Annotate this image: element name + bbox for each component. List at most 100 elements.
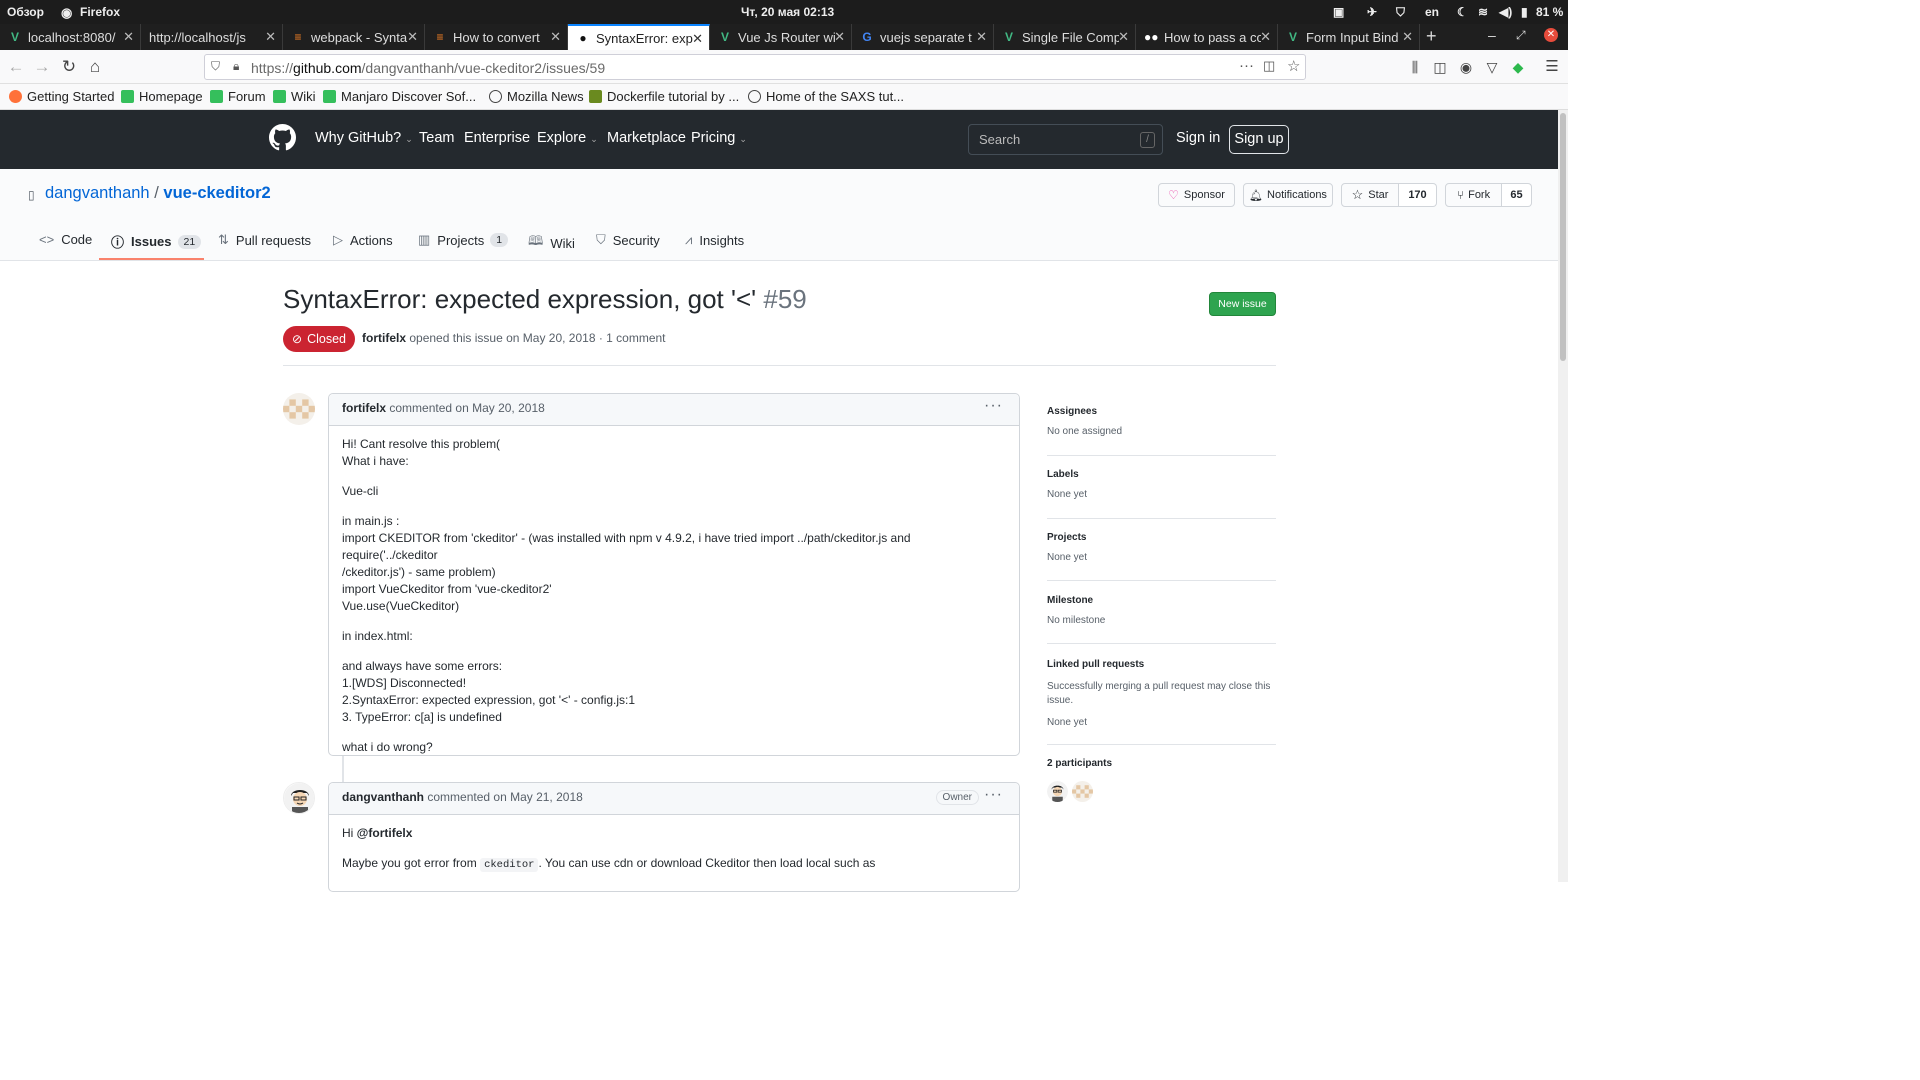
close-icon[interactable]: ✕ <box>834 29 845 45</box>
tab-wiki[interactable]: 🕮︎ Wiki <box>528 232 575 254</box>
close-icon[interactable]: ✕ <box>407 29 418 45</box>
new-issue-button[interactable]: New issue <box>1209 292 1276 316</box>
bookmark-item[interactable]: Home of the SAXS tut... <box>748 89 904 104</box>
page-scrollbar[interactable] <box>1558 110 1568 882</box>
nav-explore[interactable]: Explore ⌄ <box>537 130 598 146</box>
tab-actions[interactable]: ▷ Actions <box>333 232 393 248</box>
keyboard-layout[interactable]: en <box>1425 5 1439 19</box>
browser-tab[interactable]: ≡ How to convert ✕ <box>425 24 568 50</box>
browser-tab[interactable]: http://localhost/js/c ✕ <box>141 24 283 50</box>
notifications-button[interactable]: 🔔︎ Notifications <box>1243 183 1333 207</box>
lock-icon[interactable]: 🔒︎ <box>233 59 239 74</box>
comment-author-link[interactable]: dangvanthanh <box>342 790 424 804</box>
account-icon[interactable]: ◉ <box>1455 56 1477 78</box>
issue-author-link[interactable]: fortifelx <box>362 331 406 345</box>
app-name[interactable]: Firefox <box>80 5 120 19</box>
browser-tab[interactable]: V Form Input Bind ✕ <box>1278 24 1420 50</box>
browser-tab-active[interactable]: ● SyntaxError: exp ✕ <box>568 24 710 50</box>
tab-code[interactable]: <> Code <box>39 232 92 247</box>
bookmark-item[interactable]: Getting Started <box>9 89 114 104</box>
avatar[interactable] <box>283 782 315 814</box>
activities-button[interactable]: Обзор <box>7 5 44 19</box>
browser-tab[interactable]: V localhost:8080/ ✕ <box>0 24 141 50</box>
nav-team[interactable]: Team <box>419 130 454 146</box>
bookmark-item[interactable]: Homepage <box>121 89 203 104</box>
comment-author-link[interactable]: fortifelx <box>342 401 386 415</box>
bookmark-item[interactable]: Dockerfile tutorial by ... <box>589 89 739 104</box>
clock[interactable]: Чт, 20 мая 02:13 <box>741 5 834 19</box>
browser-tab[interactable]: G vuejs separate t ✕ <box>852 24 994 50</box>
tab-insights[interactable]: ⩘ Insights <box>685 232 744 248</box>
close-window-button[interactable]: ✕ <box>1544 28 1558 42</box>
shield-icon[interactable]: ⛉ <box>1396 5 1405 20</box>
bookmark-item[interactable]: Mozilla News <box>489 89 584 104</box>
url-bar[interactable]: ⛉ 🔒︎ https://github.com/dangvanthanh/vue… <box>204 54 1306 80</box>
comment-timestamp[interactable]: commented on May 21, 2018 <box>427 790 582 804</box>
reload-icon[interactable]: ↻ <box>58 56 80 78</box>
sidebar-icon[interactable]: ◫ <box>1429 56 1451 78</box>
pocket-icon[interactable]: ◫ <box>1263 58 1275 74</box>
close-icon[interactable]: ✕ <box>1260 29 1271 45</box>
sign-up-button[interactable]: Sign up <box>1229 125 1289 154</box>
nav-marketplace[interactable]: Marketplace <box>607 130 686 146</box>
page-actions-icon[interactable]: ··· <box>1239 57 1254 74</box>
tab-pull-requests[interactable]: ⇅ Pull requests <box>218 232 311 248</box>
repo-owner-link[interactable]: dangvanthanh <box>45 184 150 202</box>
comment-timestamp[interactable]: commented on May 20, 2018 <box>389 401 544 415</box>
tab-security[interactable]: ⛉ Security <box>596 232 660 248</box>
wifi-icon[interactable]: ≋ <box>1478 5 1488 19</box>
tracking-shield-icon[interactable]: ⛉ <box>211 59 220 74</box>
participant-avatar[interactable] <box>1072 781 1093 802</box>
close-icon[interactable]: ✕ <box>123 29 134 45</box>
telegram-icon[interactable]: ✈ <box>1367 5 1377 19</box>
browser-tab[interactable]: ≡ webpack - Synta ✕ <box>283 24 425 50</box>
maximize-button[interactable]: ⤢ <box>1516 28 1526 43</box>
user-mention-link[interactable]: @fortifelx <box>357 826 413 840</box>
nav-enterprise[interactable]: Enterprise <box>464 130 530 146</box>
home-icon[interactable]: ⌂ <box>84 56 106 78</box>
repo-name-link[interactable]: vue-ckeditor2 <box>163 184 270 202</box>
fork-count[interactable]: 65 <box>1502 183 1532 207</box>
battery-icon[interactable]: ▮ <box>1521 5 1528 19</box>
star-button[interactable]: ☆ Star <box>1341 183 1399 207</box>
browser-tab[interactable]: ●● How to pass a co ✕ <box>1136 24 1278 50</box>
minimize-button[interactable]: – <box>1488 27 1496 43</box>
tab-issues[interactable]: ⓘ Issues 21 <box>111 232 202 251</box>
close-icon[interactable]: ✕ <box>976 29 987 45</box>
volume-icon[interactable]: ◀) <box>1499 5 1512 19</box>
scrollbar-thumb[interactable] <box>1560 113 1566 361</box>
screen-icon[interactable]: ▣ <box>1333 5 1344 19</box>
star-count[interactable]: 170 <box>1399 183 1437 207</box>
bookmark-star-icon[interactable]: ☆ <box>1287 57 1300 75</box>
new-tab-button[interactable]: + <box>1426 26 1437 47</box>
library-icon[interactable]: ⫼ <box>1404 56 1426 78</box>
github-logo-icon[interactable] <box>269 124 296 151</box>
menu-icon[interactable]: ☰ <box>1541 56 1563 78</box>
close-icon[interactable]: ✕ <box>1402 29 1413 45</box>
tab-projects[interactable]: ▥ Projects 1 <box>418 232 509 248</box>
extension-icon[interactable]: ▽ <box>1481 56 1503 78</box>
kebab-menu-icon[interactable]: ··· <box>984 397 1003 415</box>
close-icon[interactable]: ✕ <box>550 29 561 45</box>
bookmark-item[interactable]: Wiki <box>273 89 316 104</box>
avatar[interactable] <box>283 393 315 425</box>
bookmark-item[interactable]: Forum <box>210 89 266 104</box>
nav-why-github[interactable]: Why GitHub? ⌄ <box>315 130 413 146</box>
browser-tab[interactable]: V Single File Comp ✕ <box>994 24 1136 50</box>
browser-tab[interactable]: V Vue Js Router wi ✕ <box>710 24 852 50</box>
night-mode-icon[interactable]: ☾ <box>1457 5 1468 19</box>
close-icon[interactable]: ✕ <box>265 29 276 45</box>
search-input[interactable]: Search / <box>968 124 1163 155</box>
back-icon[interactable]: ← <box>5 56 27 78</box>
fork-button[interactable]: ⑂ Fork <box>1445 183 1502 207</box>
close-icon[interactable]: ✕ <box>692 31 703 47</box>
sponsor-button[interactable]: ♡ Sponsor <box>1158 183 1235 207</box>
sign-in-link[interactable]: Sign in <box>1176 130 1220 146</box>
kebab-menu-icon[interactable]: ··· <box>984 786 1003 804</box>
nav-pricing[interactable]: Pricing ⌄ <box>691 130 747 146</box>
participant-avatar[interactable] <box>1047 781 1068 802</box>
bookmark-item[interactable]: Manjaro Discover Sof... <box>323 89 476 104</box>
forward-icon[interactable]: → <box>31 56 53 78</box>
evernote-icon[interactable]: ◆ <box>1507 56 1529 78</box>
close-icon[interactable]: ✕ <box>1118 29 1129 45</box>
